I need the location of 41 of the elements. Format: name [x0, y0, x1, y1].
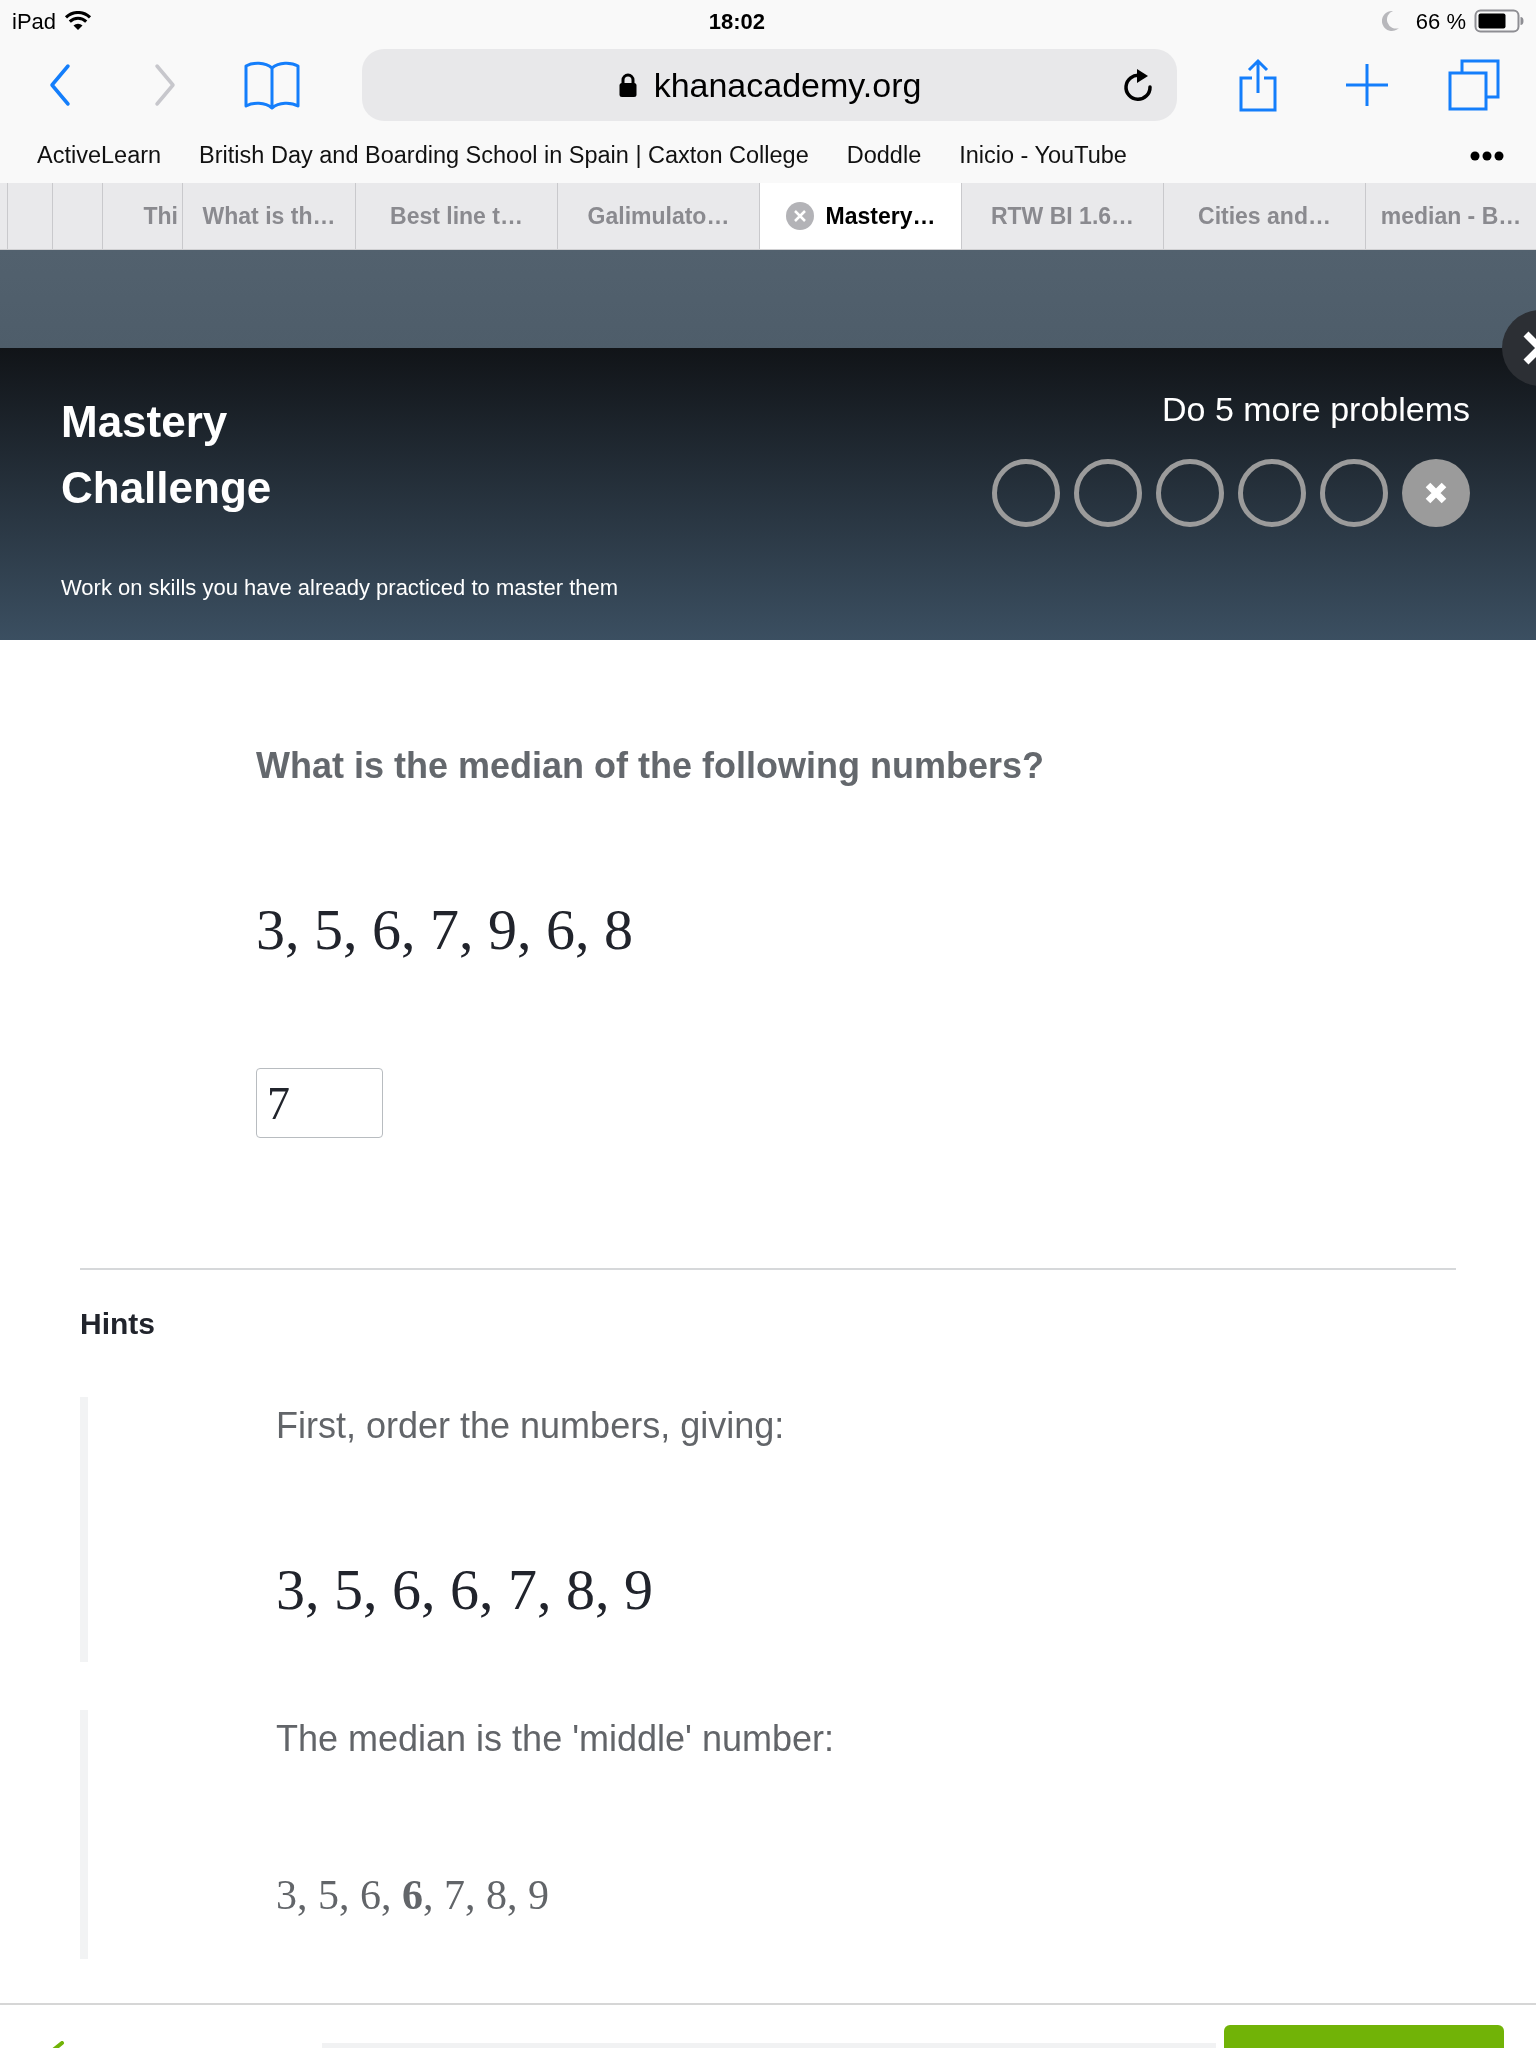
bookmark-link[interactable]: British Day and Boarding School in Spain | Caxton College	[199, 137, 809, 174]
hint-text: First, order the numbers, giving:	[276, 1404, 785, 1448]
wifi-icon	[64, 11, 93, 31]
bookmark-link[interactable]: ActiveLearn	[37, 137, 162, 174]
back-button[interactable]	[48, 63, 72, 107]
empty-circle-icon	[992, 459, 1060, 527]
bookmark-link[interactable]: Doddle	[846, 137, 922, 174]
plus-icon[interactable]	[1344, 62, 1390, 108]
number-list: 3, 5, 6, 6, 7, 8, 9	[276, 1870, 549, 1920]
battery-icon	[1474, 9, 1524, 33]
empty-circle-icon	[1074, 459, 1142, 527]
progress-label: Do 5 more problems	[1162, 389, 1470, 429]
empty-circle-icon	[1156, 459, 1224, 527]
number-list: 3, 5, 6, 7, 9, 6, 8	[256, 896, 633, 964]
tab-title: Mastery…	[825, 201, 936, 231]
reload-icon[interactable]	[1121, 67, 1155, 103]
challenge-subtitle: Work on skills you have already practiced to master them	[61, 574, 619, 602]
question-text: What is the median of the following numbers?	[256, 744, 1044, 788]
device-name: iPad	[12, 7, 57, 36]
empty-circle-icon	[1320, 459, 1388, 527]
number-list: 3, 5, 6, 6, 7, 8, 9	[276, 1556, 653, 1624]
lock-icon	[617, 72, 638, 98]
empty-circle-icon	[1238, 459, 1306, 527]
cross-circle-icon	[1402, 459, 1470, 527]
check-icon	[50, 2041, 66, 2048]
answer-field[interactable]: 7	[256, 1068, 383, 1138]
browser-tab[interactable]: Mastery…	[760, 183, 962, 249]
close-icon[interactable]	[785, 202, 814, 230]
moon-icon	[1381, 10, 1400, 32]
share-icon[interactable]	[1238, 58, 1278, 112]
clock-time: 18:02	[708, 7, 766, 36]
url-text: khanacademy.org	[653, 64, 922, 106]
hint-text: The median is the 'middle' number:	[276, 1717, 835, 1761]
address-bar[interactable]: khanacademy.org	[362, 49, 1177, 121]
more-icon[interactable]	[1470, 150, 1504, 161]
hints-heading: Hints	[80, 1306, 155, 1342]
challenge-title: Mastery Challenge	[61, 396, 273, 514]
battery-percent: 66 %	[1415, 7, 1466, 36]
book-icon[interactable]	[243, 60, 301, 110]
tabs-icon[interactable]	[1448, 59, 1500, 111]
bookmark-link[interactable]: Inicio - YouTube	[959, 137, 1127, 174]
